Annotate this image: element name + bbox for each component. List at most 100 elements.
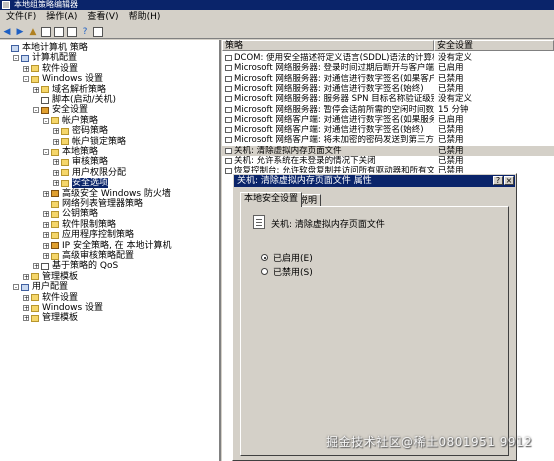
policy-icon [225,168,232,175]
tree-item[interactable]: - 用户配置 [13,282,68,292]
policy-name: 关机: 清除虚拟内存页面文件 [271,220,385,230]
dialog-help-button[interactable]: ? [493,176,503,185]
toolbar: ◀ ▶ ▲ ? [0,25,554,39]
expand-icon[interactable]: + [23,305,29,312]
policy-setting-cell: 没有定义 [438,53,473,63]
expand-icon[interactable]: + [23,273,29,280]
export-icon[interactable] [67,26,77,37]
tree-item[interactable]: - 帐户策略 [43,116,98,126]
tree-item[interactable]: + 审核策略 [53,157,108,167]
menu-file[interactable]: 文件(F) [3,10,39,25]
tree-item[interactable]: + 高级安全 Windows 防火墙 [43,189,171,199]
expand-icon[interactable]: + [43,253,49,260]
menu-view[interactable]: 查看(V) [84,10,121,25]
menu-action[interactable]: 操作(A) [43,10,80,25]
expand-icon[interactable]: + [53,128,59,135]
policy-row[interactable]: Microsoft 网络服务器: 对通信进行数字签名(始终) 已禁用 [222,84,554,94]
tree-item[interactable]: + 安全选项 [53,178,109,189]
policy-name-cell: Microsoft 网络服务器: 暂停会话前所需的空闲时间数量 [234,104,434,115]
collapse-icon[interactable]: - [33,107,39,114]
back-icon[interactable]: ◀ [2,27,12,37]
policy-setting-cell: 没有定义 [438,94,473,105]
policy-row[interactable]: Microsoft 网络服务器: 对通信进行数字签名(如果客户端... 已禁用 [222,74,554,84]
expand-icon[interactable]: + [53,138,59,145]
tree-item[interactable]: - 本地策略 [43,147,98,157]
expand-icon[interactable]: + [43,211,49,218]
tree-item[interactable]: 本地计算机 策略 [3,43,88,53]
tree-item[interactable]: + 用户权限分配 [53,168,126,178]
expand-icon[interactable]: + [53,180,59,187]
policy-name-cell: Microsoft 网络客户端: 对通信进行数字签名(始终) [234,125,424,136]
tree-item[interactable]: + 高级审核策略配置 [43,251,134,261]
expand-icon[interactable]: + [23,294,29,301]
tree-item[interactable]: + 公钥策略 [43,209,98,219]
policy-name-cell: Microsoft 网络服务器: 对通信进行数字签名(如果客户端... [234,73,434,84]
collapse-icon[interactable]: - [13,55,19,62]
expand-icon[interactable]: + [43,190,49,197]
tree-item-label: 用户权限分配 [72,167,127,178]
tree-item[interactable]: + 软件限制策略 [43,220,116,230]
tree-item[interactable]: + 基于策略的 QoS [33,261,118,271]
policy-row[interactable]: Microsoft 网络客户端: 对通信进行数字签名(如果服务器... 已启用 [222,115,554,125]
column-header-policy[interactable]: 策略 [222,40,434,51]
help-icon[interactable]: ? [80,27,90,37]
expand-icon[interactable]: + [43,221,49,228]
collapse-icon[interactable]: - [13,284,19,291]
tree-item[interactable]: + 帐户锁定策略 [53,137,126,147]
tree-item[interactable]: + 管理模板 [23,313,78,323]
tree-item[interactable]: 网络列表管理器策略 [43,199,143,209]
tab-local-security-setting[interactable]: 本地安全设置 [240,192,303,207]
policy-row[interactable]: Microsoft 网络服务器: 暂停会话前所需的空闲时间数量 15 分钟 [222,105,554,115]
expand-icon[interactable]: + [53,169,59,176]
tree-item[interactable]: 脚本(启动/关机) [33,95,116,105]
collapse-icon[interactable]: - [43,149,49,156]
policy-name-cell: Microsoft 网络服务器: 登录时间过期后断开与客户端的连接 [234,63,434,74]
tree-item[interactable]: + 管理模板 [23,272,78,282]
radio-disabled-dot[interactable] [261,268,268,275]
policy-name-cell: DCOM: 使用安全描述符定义语言(SDDL)语法的计算机启动限制 [234,53,434,63]
policy-row[interactable]: Microsoft 网络客户端: 对通信进行数字签名(始终) 已禁用 [222,125,554,135]
properties-icon[interactable] [54,26,64,37]
expand-icon[interactable]: + [23,315,29,322]
tree-item-label: 管理模板 [42,271,79,282]
forward-icon[interactable]: ▶ [15,27,25,37]
collapse-icon[interactable]: - [23,76,29,83]
column-header-setting[interactable]: 安全设置 [434,40,554,51]
policy-row[interactable]: Microsoft 网络服务器: 服务器 SPN 目标名称验证级别 没有定义 [222,94,554,104]
tree-item[interactable]: + 应用程序控制策略 [43,230,134,240]
policy-name-cell: Microsoft 网络客户端: 对通信进行数字签名(如果服务器... [234,114,434,125]
expand-icon[interactable]: + [53,159,59,166]
tree-item[interactable]: - 安全设置 [33,105,88,115]
expand-icon[interactable]: + [33,86,39,93]
folder-icon [51,148,59,156]
policy-row[interactable]: 关机: 允许系统在未登录的情况下关闭 已禁用 [222,156,554,166]
collapse-icon[interactable]: - [43,117,49,124]
radio-enabled-dot[interactable] [261,254,268,261]
tree-item[interactable]: + 域名解析策略 [33,85,106,95]
expand-icon[interactable]: + [33,263,39,270]
expand-icon[interactable]: + [43,242,49,249]
tree-item[interactable]: + Windows 设置 [23,303,103,313]
expand-icon[interactable]: + [43,232,49,239]
radio-disabled[interactable]: 已禁用(S) [261,265,313,278]
tree-item[interactable]: + 软件设置 [23,293,78,303]
menu-help[interactable]: 帮助(H) [126,10,164,25]
up-icon[interactable]: ▲ [28,27,38,37]
book-icon [41,262,49,270]
tree-item[interactable]: + 密码策略 [53,126,108,136]
policy-row[interactable]: DCOM: 使用安全描述符定义语言(SDDL)语法的计算机启动限制没有定义 [222,53,554,63]
policy-row[interactable]: 关机: 清除虚拟内存页面文件 已禁用 [222,145,554,156]
policy-setting-cell: 已禁用 [438,83,464,94]
policy-row[interactable]: Microsoft 网络服务器: 登录时间过期后断开与客户端的连接已启用 [222,63,554,73]
expand-icon[interactable]: + [23,65,29,72]
show-hide-tree-icon[interactable] [41,26,51,37]
tree-item[interactable]: - 计算机配置 [13,53,77,63]
view-icon[interactable] [93,26,103,37]
radio-enabled[interactable]: 已启用(E) [261,251,313,264]
tree-item[interactable]: + IP 安全策略, 在 本地计算机 [43,241,172,251]
tree-item[interactable]: - Windows 设置 [23,74,103,84]
policy-row[interactable]: Microsoft 网络客户端: 将未加密的密码发送到第三方 SM... 已禁用 [222,135,554,145]
tree-item[interactable]: + 软件设置 [23,64,78,74]
folder-icon [51,252,59,260]
dialog-close-button[interactable]: × [504,176,514,185]
